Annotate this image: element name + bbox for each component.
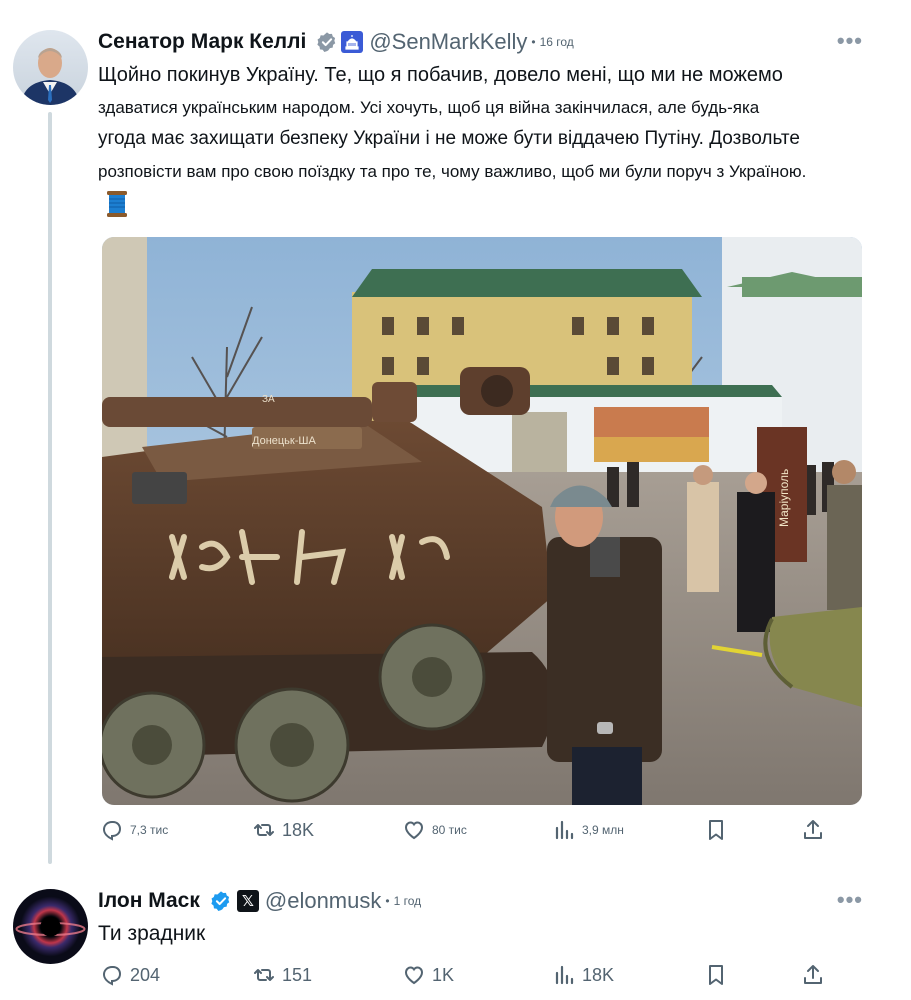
author-name[interactable]: Сенатор Марк Келлі bbox=[98, 30, 306, 54]
turret-label: ЗА bbox=[262, 394, 275, 405]
x-logo-icon: 𝕏 bbox=[236, 890, 259, 912]
author-handle[interactable]: @SenMarkKelly bbox=[369, 29, 527, 55]
bookmark-button[interactable] bbox=[704, 818, 728, 842]
like-button[interactable]: 1K bbox=[402, 963, 454, 987]
thread-connector-line bbox=[48, 112, 52, 864]
reply-count: 204 bbox=[130, 964, 161, 985]
tweet-header: Ілон Маск 𝕏 @elonmusk • 1 год bbox=[98, 885, 421, 917]
share-icon bbox=[804, 965, 822, 984]
retweet-count: 18K bbox=[282, 819, 315, 840]
tweet-text-line: Щойно покинув Україну. Те, що я побачив,… bbox=[98, 64, 783, 86]
reply-icon bbox=[102, 821, 122, 841]
retweet-button[interactable]: 18K bbox=[252, 818, 314, 842]
separator-dot: • bbox=[531, 35, 536, 49]
bookmark-icon bbox=[709, 965, 723, 985]
analytics-icon bbox=[555, 965, 574, 985]
more-options-icon[interactable]: ••• bbox=[837, 28, 863, 54]
views-button[interactable]: 18K bbox=[552, 963, 614, 987]
tweet-elon-musk[interactable]: Ілон Маск 𝕏 @elonmusk • 1 год ••• Ти зра… bbox=[0, 875, 911, 1000]
share-button[interactable] bbox=[801, 963, 825, 987]
like-button[interactable]: 80 тис bbox=[402, 818, 467, 842]
tweet-time[interactable]: 1 год bbox=[394, 894, 422, 908]
retweet-icon bbox=[254, 824, 274, 836]
tweet-text-line: здаватися українським народом. Усі хочут… bbox=[98, 98, 760, 117]
author-handle[interactable]: @elonmusk bbox=[265, 888, 382, 914]
sign-label: Маріуполь bbox=[777, 469, 791, 527]
reply-button[interactable]: 7,3 тис bbox=[100, 818, 168, 842]
author-name[interactable]: Ілон Маск bbox=[98, 889, 200, 913]
retweet-count: 151 bbox=[282, 964, 313, 985]
bookmark-button[interactable] bbox=[704, 963, 728, 987]
tweet-time[interactable]: 16 год bbox=[540, 35, 574, 49]
tank-label: Донецьк-ША bbox=[252, 435, 316, 447]
avatar-elon-musk[interactable] bbox=[13, 889, 88, 964]
more-options-icon[interactable]: ••• bbox=[837, 887, 863, 913]
views-count: 3,9 млн bbox=[582, 823, 624, 837]
reply-button[interactable]: 204 bbox=[100, 963, 160, 987]
action-bar: 7,3 тис 18K 80 тис 3,9 млн bbox=[100, 818, 830, 848]
share-icon bbox=[804, 820, 822, 839]
tweet-mark-kelly[interactable]: Сенатор Марк Келлі @SenMarkKelly • 16 го… bbox=[0, 0, 911, 875]
thread-spool-icon bbox=[107, 191, 127, 217]
separator-dot: • bbox=[385, 894, 390, 908]
us-capitol-icon bbox=[341, 31, 364, 53]
bookmark-icon bbox=[709, 820, 723, 840]
share-button[interactable] bbox=[801, 818, 825, 842]
tweet-text-line: угода має захищати безпеку України і не … bbox=[98, 128, 800, 149]
tweet-header: Сенатор Марк Келлі @SenMarkKelly • 16 го… bbox=[98, 26, 574, 58]
views-count: 18K bbox=[582, 964, 615, 985]
avatar-mark-kelly[interactable] bbox=[13, 30, 88, 105]
heart-icon bbox=[404, 966, 424, 985]
views-button[interactable]: 3,9 млн bbox=[552, 818, 624, 842]
tweet-photo[interactable]: Маріуполь Донецьк-ША ЗА bbox=[102, 237, 862, 805]
tweet-text-line: розповісти вам про свою поїздку та про т… bbox=[98, 162, 807, 181]
reply-count: 7,3 тис bbox=[130, 823, 169, 837]
reply-icon bbox=[102, 966, 122, 986]
like-count: 80 тис bbox=[432, 823, 467, 837]
like-count: 1K bbox=[432, 964, 455, 985]
action-bar: 204 151 1K 18K bbox=[100, 963, 830, 993]
memorial-relief bbox=[512, 412, 567, 472]
tank-gun-barrel bbox=[102, 397, 372, 427]
verified-badge-icon[interactable] bbox=[210, 890, 232, 912]
heart-icon bbox=[404, 821, 424, 840]
tweet-text: Ти зрадник bbox=[98, 922, 206, 945]
retweet-button[interactable]: 151 bbox=[252, 963, 312, 987]
retweet-icon bbox=[254, 969, 274, 981]
analytics-icon bbox=[555, 820, 574, 840]
verified-badge-icon[interactable] bbox=[316, 31, 338, 53]
